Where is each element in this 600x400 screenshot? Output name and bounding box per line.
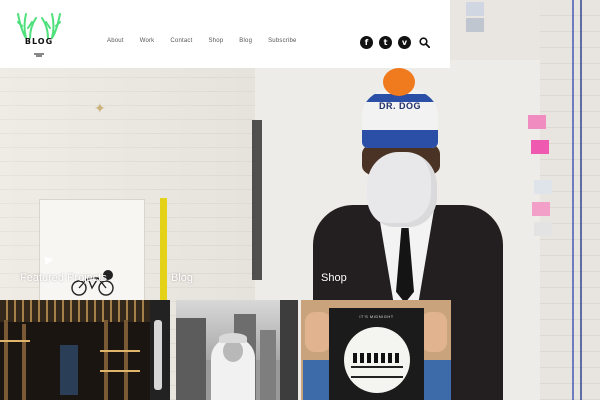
- nav-contact[interactable]: Contact: [162, 36, 200, 46]
- sticky-note: [531, 140, 549, 154]
- beanie-text: DR. DOG: [378, 101, 421, 111]
- wall-strip: [252, 120, 262, 280]
- cable: [580, 0, 582, 400]
- featured-projects-label[interactable]: Featured Projects: [20, 272, 107, 284]
- bar-door: [60, 345, 78, 395]
- bottle: [154, 320, 162, 390]
- sleeve: [303, 360, 331, 400]
- shop-label[interactable]: Shop: [321, 272, 347, 284]
- photo-note: [466, 2, 484, 16]
- sleeve: [423, 360, 451, 400]
- building: [176, 318, 206, 400]
- silhouettes: [353, 353, 401, 363]
- face: [223, 340, 243, 362]
- sticky-note: [528, 115, 546, 129]
- facebook-icon[interactable]: f: [360, 36, 373, 49]
- bar-ceiling: [0, 300, 150, 322]
- star-sticker: ✦: [94, 100, 106, 116]
- logo-text[interactable]: BLOG: [17, 37, 61, 46]
- sticky-note: [532, 202, 550, 216]
- rollercoaster-track: [351, 366, 403, 378]
- yellow-pole: [160, 198, 167, 300]
- hand: [305, 312, 331, 352]
- featured-projects-tile[interactable]: [0, 300, 170, 400]
- blog-label[interactable]: Blog: [171, 272, 193, 284]
- shop-tile[interactable]: IT'S MIDNIGHT: [301, 300, 451, 400]
- vimeo-icon[interactable]: v: [398, 36, 411, 49]
- shelf: [124, 320, 128, 400]
- building: [260, 330, 276, 400]
- nav-subscribe[interactable]: Subscribe: [260, 36, 304, 46]
- nav-blog[interactable]: Blog: [231, 36, 260, 46]
- photo-note: [466, 18, 484, 32]
- nav-shop[interactable]: Shop: [200, 36, 231, 46]
- beanie: [362, 88, 438, 148]
- nav-about[interactable]: About: [99, 36, 132, 46]
- nav-work[interactable]: Work: [132, 36, 163, 46]
- shelf-light: [0, 340, 30, 342]
- poster-title: IT'S MIDNIGHT: [359, 314, 394, 319]
- right-brick-wall: [540, 0, 600, 400]
- shelf: [104, 320, 108, 400]
- shelf: [4, 320, 8, 400]
- pompom: [383, 68, 415, 96]
- search-icon[interactable]: [419, 37, 430, 48]
- cable: [572, 0, 574, 400]
- shelf-light: [100, 370, 140, 372]
- main-nav: About Work Contact Shop Blog Subscribe: [99, 36, 305, 46]
- building: [280, 300, 298, 400]
- shelf-light: [100, 350, 140, 352]
- hand: [421, 312, 447, 352]
- site-header: BLOG About Work Contact Shop Blog Subscr…: [0, 0, 450, 68]
- antler-logo-icon[interactable]: [16, 8, 62, 60]
- blog-tile[interactable]: [176, 300, 298, 400]
- shelf: [22, 324, 26, 400]
- hat: [219, 333, 247, 343]
- face-wrap: [367, 152, 437, 227]
- photo-note: [534, 180, 552, 194]
- photo-note: [534, 222, 552, 236]
- twitter-icon[interactable]: t: [379, 36, 392, 49]
